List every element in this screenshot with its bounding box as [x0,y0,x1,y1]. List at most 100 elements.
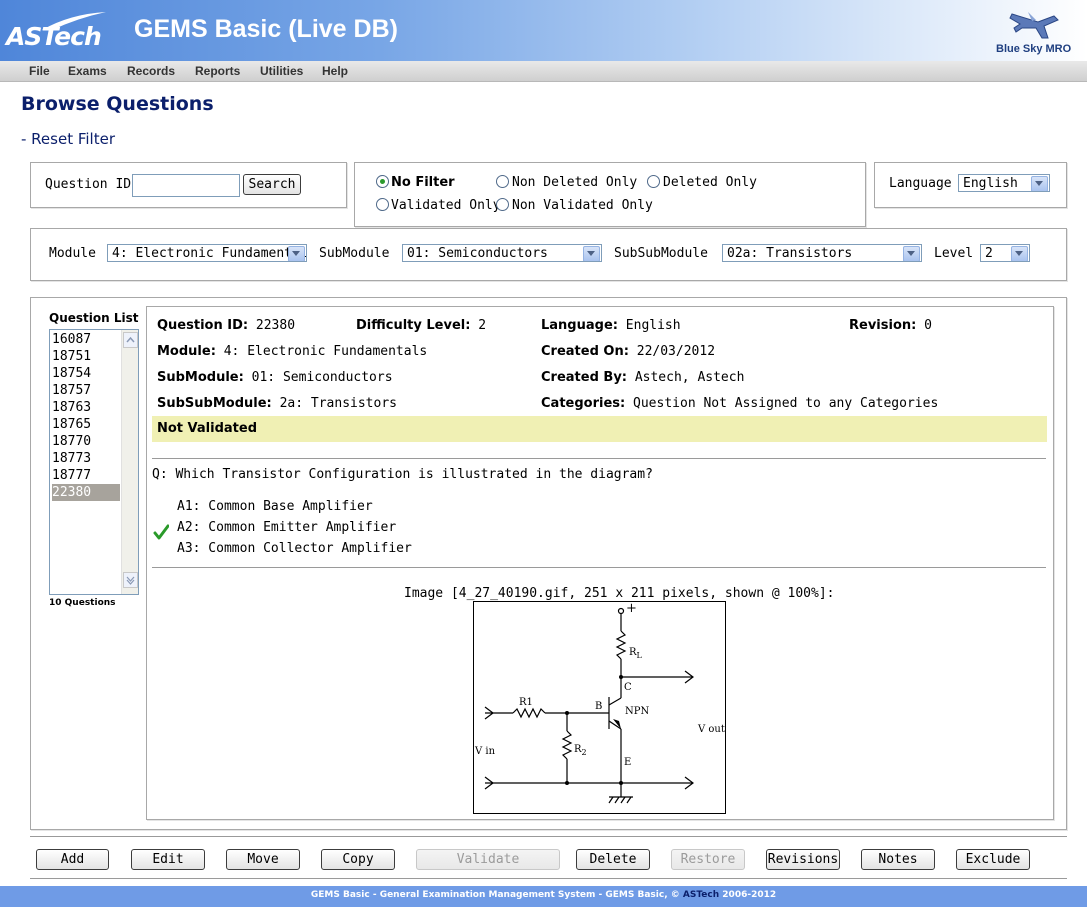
question-id-label: Question ID: [45,177,139,192]
reset-filter-link[interactable]: - Reset Filter [21,130,115,148]
radio-no-filter[interactable] [376,175,389,188]
question-list-title: Question List [49,311,139,325]
module-select[interactable]: 4: Electronic Fundamental [107,244,307,262]
menu-records[interactable]: Records [127,64,175,78]
diagram-c-label: C [624,682,632,693]
chevron-down-icon [288,246,305,261]
delete-button[interactable]: Delete [576,849,650,870]
menu-reports[interactable]: Reports [195,64,240,78]
deleted-only-label: Deleted Only [663,175,757,190]
diagram-plus-label: + [626,601,637,616]
checkmark-icon [153,524,169,540]
radio-non-deleted-only[interactable] [496,175,509,188]
edit-button[interactable]: Edit [131,849,205,870]
search-button[interactable]: Search [243,174,301,195]
non-validated-only-label: Non Validated Only [512,198,653,213]
question-list-item[interactable]: 18757 [52,382,120,399]
question-list-item[interactable]: 18773 [52,450,120,467]
menu-utilities[interactable]: Utilities [260,64,303,78]
validated-only-label: Validated Only [391,198,501,213]
subsubmodule-field: SubSubModule: 2a: Transistors [157,396,397,411]
no-filter-label: No Filter [391,175,455,190]
difficulty-field: Difficulty Level: 2 [356,318,487,333]
submodule-field: SubModule: 01: Semiconductors [157,370,393,385]
menu-exams[interactable]: Exams [68,64,107,78]
language-label: Language [889,176,952,191]
radio-deleted-only[interactable] [647,175,660,188]
level-select-value: 2 [985,246,993,261]
transistor-circuit-diagram: + RL C B NPN R1 R2 V in V out E [473,601,726,814]
diagram-vin-label: V in [474,746,496,757]
question-list-item[interactable]: 18777 [52,467,120,484]
question-list-item[interactable]: 18751 [52,348,120,365]
module-select-value: 4: Electronic Fundamental [112,246,307,261]
language-select[interactable]: English [958,174,1050,192]
menu-bar: File Exams Records Reports Utilities Hel… [0,61,1087,82]
revisions-button[interactable]: Revisions [766,849,840,870]
move-button[interactable]: Move [226,849,300,870]
submodule-label: SubModule [319,246,390,261]
diagram-b-label: B [595,701,602,712]
validation-status: Not Validated [157,421,258,436]
module-label: Module [49,246,96,261]
add-button[interactable]: Add [36,849,109,870]
created-by-field: Created By: Astech, Astech [541,370,745,385]
answer-a1: A1: Common Base Amplifier [177,499,373,514]
radio-validated-only[interactable] [376,198,389,211]
diagram-r1-label: R1 [519,697,533,708]
blue-sky-logo: Blue Sky MRO [996,43,1072,55]
filter-panel: No Filter Non Deleted Only Deleted Only … [354,162,866,227]
question-id-field: Question ID: 22380 [157,318,296,333]
question-list-item[interactable]: 18770 [52,433,120,450]
scroll-down-icon[interactable] [123,572,138,588]
created-on-field: Created On: 22/03/2012 [541,344,716,359]
question-list[interactable]: 16087 18751 18754 18757 18763 18765 1877… [49,329,139,595]
search-panel: Question ID: Search [30,162,347,208]
subsubmodule-label: SubSubModule [614,246,708,261]
language-field: Language: English [541,318,681,333]
language-panel: Language English [874,162,1067,208]
menu-help[interactable]: Help [322,64,348,78]
notes-button[interactable]: Notes [861,849,935,870]
diagram-npn-label: NPN [625,706,649,717]
answer-a2: A2: Common Emitter Amplifier [177,520,397,535]
question-list-item-selected[interactable]: 22380 [52,484,120,501]
radio-non-validated-only[interactable] [496,198,509,211]
question-list-item[interactable]: 18754 [52,365,120,382]
exclude-button[interactable]: Exclude [956,849,1030,870]
diagram-e-label: E [624,757,631,768]
divider [152,458,1046,459]
subsubmodule-select-value: 02a: Transistors [727,246,853,261]
validate-button[interactable]: Validate [416,849,560,870]
copy-button[interactable]: Copy [321,849,395,870]
module-filter-panel: Module 4: Electronic Fundamental SubModu… [30,228,1067,281]
question-id-input[interactable] [132,174,240,197]
module-field: Module: 4: Electronic Fundamentals [157,344,428,359]
divider [30,836,1067,837]
diagram-vout-label: V out [697,724,725,735]
app-title: GEMS Basic (Live DB) [134,15,398,43]
chevron-down-icon [1031,176,1048,191]
scroll-up-icon[interactable] [123,332,138,348]
astech-logo: ASTech [6,22,102,51]
plane-icon [1009,12,1059,39]
footer-brand: ASTech [682,890,720,900]
question-list-item[interactable]: 16087 [52,331,120,348]
question-list-item[interactable]: 18765 [52,416,120,433]
revision-field: Revision: 0 [849,318,932,333]
level-select[interactable]: 2 [980,244,1030,262]
submodule-select[interactable]: 01: Semiconductors [402,244,602,262]
question-count: 10 Questions [49,598,116,608]
restore-button[interactable]: Restore [671,849,745,870]
chevron-down-icon [1011,246,1028,261]
validation-status-bar: Not Validated [152,416,1047,442]
language-select-value: English [963,176,1018,191]
menu-file[interactable]: File [29,64,50,78]
submodule-select-value: 01: Semiconductors [407,246,548,261]
categories-field: Categories: Question Not Assigned to any… [541,396,939,411]
subsubmodule-select[interactable]: 02a: Transistors [722,244,922,262]
image-caption: Image [4_27_40190.gif, 251 x 211 pixels,… [404,586,835,601]
question-list-scrollbar[interactable] [121,330,138,594]
footer-text: GEMS Basic - General Examination Managem… [310,890,777,900]
question-list-item[interactable]: 18763 [52,399,120,416]
